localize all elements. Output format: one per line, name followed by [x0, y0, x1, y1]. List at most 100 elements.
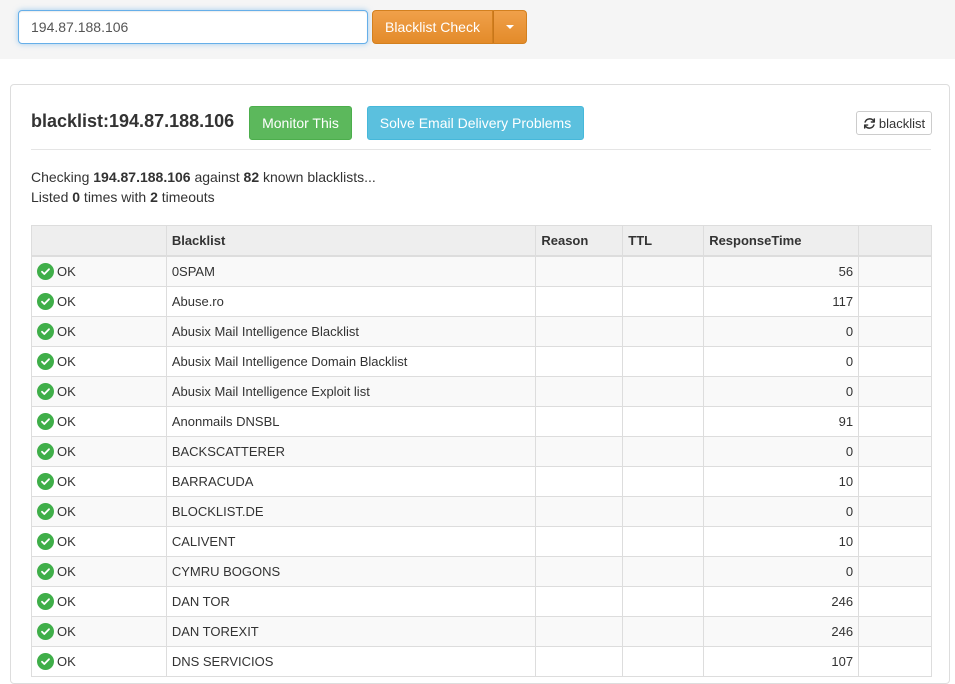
- reason-cell: [535, 615, 624, 647]
- response-time: 117: [703, 285, 860, 317]
- check-circle-icon: [37, 532, 54, 550]
- check-circle-icon: [37, 502, 54, 520]
- checking-line: Checking 194.87.188.106 against 82 known…: [31, 169, 376, 185]
- status-text: OK: [57, 473, 76, 489]
- col-reason[interactable]: Reason: [535, 225, 624, 257]
- ttl-cell: [622, 495, 705, 527]
- ip-input[interactable]: [18, 10, 368, 44]
- status-text: OK: [57, 503, 76, 519]
- response-time: 0: [703, 435, 860, 467]
- table-row: OK Anonmails DNSBL 91: [31, 405, 932, 437]
- blacklist-name: CALIVENT: [165, 525, 537, 557]
- status-text: OK: [57, 413, 76, 429]
- blacklist-name: DAN TOREXIT: [165, 615, 537, 647]
- response-time: 0: [703, 375, 860, 407]
- status-cell: OK: [31, 405, 167, 437]
- status-text: OK: [57, 533, 76, 549]
- divider: [31, 149, 931, 150]
- ttl-cell: [622, 615, 705, 647]
- reason-cell: [535, 315, 624, 347]
- col-responsetime[interactable]: ResponseTime: [703, 225, 860, 257]
- extra-cell: [858, 405, 932, 437]
- col-extra: [858, 225, 932, 257]
- blacklist-name: BARRACUDA: [165, 465, 537, 497]
- results-panel: blacklist:194.87.188.106 Monitor This So…: [10, 84, 950, 684]
- refresh-blacklist-button[interactable]: blacklist: [856, 111, 932, 135]
- ttl-cell: [622, 435, 705, 467]
- reason-cell: [535, 525, 624, 557]
- table-row: OK DAN TOR 246: [31, 585, 932, 617]
- status-cell: OK: [31, 375, 167, 407]
- ttl-cell: [622, 405, 705, 437]
- ttl-cell: [622, 555, 705, 587]
- extra-cell: [858, 255, 932, 287]
- status-cell: OK: [31, 615, 167, 647]
- check-button-group: Blacklist Check: [372, 10, 527, 44]
- check-circle-icon: [37, 652, 54, 670]
- status-cell: OK: [31, 525, 167, 557]
- reason-cell: [535, 405, 624, 437]
- ttl-cell: [622, 345, 705, 377]
- table-row: OK CYMRU BOGONS 0: [31, 555, 932, 587]
- table-row: OK BLOCKLIST.DE 0: [31, 495, 932, 527]
- reason-cell: [535, 375, 624, 407]
- solve-email-button[interactable]: Solve Email Delivery Problems: [367, 106, 584, 140]
- status-cell: OK: [31, 315, 167, 347]
- extra-cell: [858, 285, 932, 317]
- blacklist-name: Abusix Mail Intelligence Domain Blacklis…: [165, 345, 537, 377]
- table-row: OK DAN TOREXIT 246: [31, 615, 932, 647]
- status-text: OK: [57, 563, 76, 579]
- reason-cell: [535, 435, 624, 467]
- col-blacklist[interactable]: Blacklist: [165, 225, 537, 257]
- response-time: 10: [703, 465, 860, 497]
- monitor-button[interactable]: Monitor This: [249, 106, 352, 140]
- status-text: OK: [57, 623, 76, 639]
- response-time: 0: [703, 315, 860, 347]
- blacklist-table: Blacklist Reason TTL ResponseTime OK 0SPA…: [31, 225, 932, 677]
- table-row: OK Abusix Mail Intelligence Exploit list 0: [31, 375, 932, 407]
- col-ttl[interactable]: TTL: [622, 225, 705, 257]
- status-text: OK: [57, 263, 76, 279]
- check-circle-icon: [37, 472, 54, 490]
- col-status: [31, 225, 167, 257]
- reason-cell: [535, 555, 624, 587]
- reason-cell: [535, 285, 624, 317]
- blacklist-name: BLOCKLIST.DE: [165, 495, 537, 527]
- response-time: 56: [703, 255, 860, 287]
- blacklist-name: Abusix Mail Intelligence Exploit list: [165, 375, 537, 407]
- ttl-cell: [622, 315, 705, 347]
- status-cell: OK: [31, 555, 167, 587]
- table-row: OK Abusix Mail Intelligence Blacklist 0: [31, 315, 932, 347]
- dropdown-toggle-button[interactable]: [493, 10, 527, 44]
- blacklist-name: DAN TOR: [165, 585, 537, 617]
- listed-line: Listed 0 times with 2 timeouts: [31, 189, 215, 205]
- ttl-cell: [622, 525, 705, 557]
- status-text: OK: [57, 323, 76, 339]
- blacklist-check-button[interactable]: Blacklist Check: [372, 10, 493, 44]
- status-cell: OK: [31, 585, 167, 617]
- check-circle-icon: [37, 262, 54, 280]
- check-circle-icon: [37, 592, 54, 610]
- check-circle-icon: [37, 442, 54, 460]
- status-text: OK: [57, 443, 76, 459]
- caret-down-icon: [506, 25, 514, 29]
- table-row: OK Abuse.ro 117: [31, 285, 932, 317]
- reason-cell: [535, 255, 624, 287]
- extra-cell: [858, 345, 932, 377]
- status-cell: OK: [31, 495, 167, 527]
- ttl-cell: [622, 255, 705, 287]
- reason-cell: [535, 465, 624, 497]
- status-text: OK: [57, 293, 76, 309]
- extra-cell: [858, 435, 932, 467]
- check-circle-icon: [37, 622, 54, 640]
- check-circle-icon: [37, 352, 54, 370]
- blacklist-name: BACKSCATTERER: [165, 435, 537, 467]
- extra-cell: [858, 465, 932, 497]
- status-text: OK: [57, 383, 76, 399]
- status-text: OK: [57, 353, 76, 369]
- extra-cell: [858, 495, 932, 527]
- check-circle-icon: [37, 562, 54, 580]
- response-time: 0: [703, 495, 860, 527]
- ttl-cell: [622, 285, 705, 317]
- table-row: OK BARRACUDA 10: [31, 465, 932, 497]
